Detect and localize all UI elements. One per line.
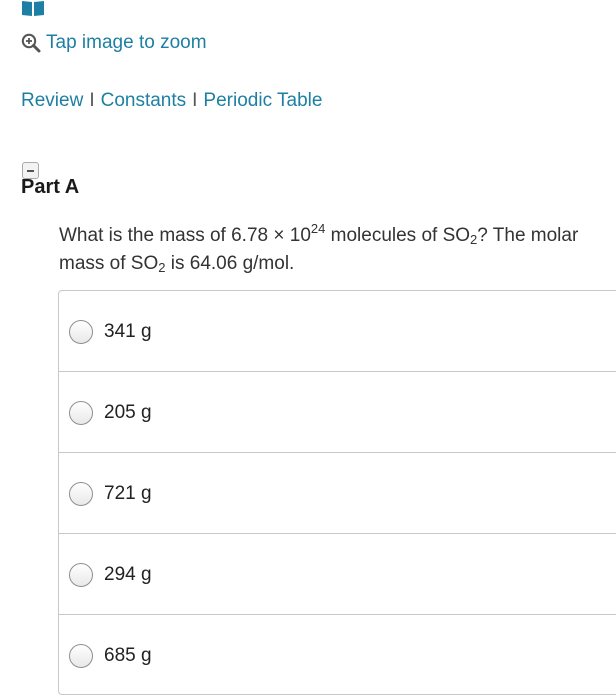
link-separator: I — [192, 90, 198, 111]
answer-option-label: 205 g — [104, 402, 152, 423]
question-end: is 64.06 g/mol. — [165, 253, 295, 274]
question-middle: molecules of SO — [325, 225, 471, 246]
answer-option-label: 341 g — [104, 321, 152, 342]
periodic-table-link[interactable]: Periodic Table — [203, 90, 322, 111]
radio-button[interactable] — [69, 401, 93, 425]
radio-button[interactable] — [69, 482, 93, 506]
answer-option-label: 685 g — [104, 645, 152, 666]
radio-button[interactable] — [69, 563, 93, 587]
answer-option[interactable]: 685 g — [59, 615, 616, 696]
answer-option[interactable]: 294 g — [59, 534, 616, 615]
answer-option[interactable]: 205 g — [59, 372, 616, 453]
constants-link[interactable]: Constants — [101, 90, 187, 111]
book-icon — [22, 1, 44, 16]
question-text: What is the mass of 6.78 × 1024 molecule… — [59, 222, 599, 278]
zoom-in-icon — [21, 33, 41, 53]
tap-to-zoom-label: Tap image to zoom — [46, 32, 207, 53]
link-separator: I — [89, 90, 95, 111]
part-title: Part A — [21, 176, 80, 198]
radio-button[interactable] — [69, 320, 93, 344]
question-prefix: What is the mass of 6.78 × 10 — [59, 225, 311, 246]
question-exponent: 24 — [310, 221, 326, 236]
review-link[interactable]: Review — [21, 90, 83, 111]
radio-button[interactable] — [69, 644, 93, 668]
answer-option[interactable]: 341 g — [59, 291, 616, 372]
answer-options: 341 g 205 g 721 g 294 g 685 g — [58, 290, 616, 695]
answer-option[interactable]: 721 g — [59, 453, 616, 534]
answer-option-label: 294 g — [104, 564, 152, 585]
resource-links: Review I Constants I Periodic Table — [21, 90, 322, 112]
answer-option-label: 721 g — [104, 483, 152, 504]
tap-to-zoom-link[interactable]: Tap image to zoom — [21, 32, 207, 54]
